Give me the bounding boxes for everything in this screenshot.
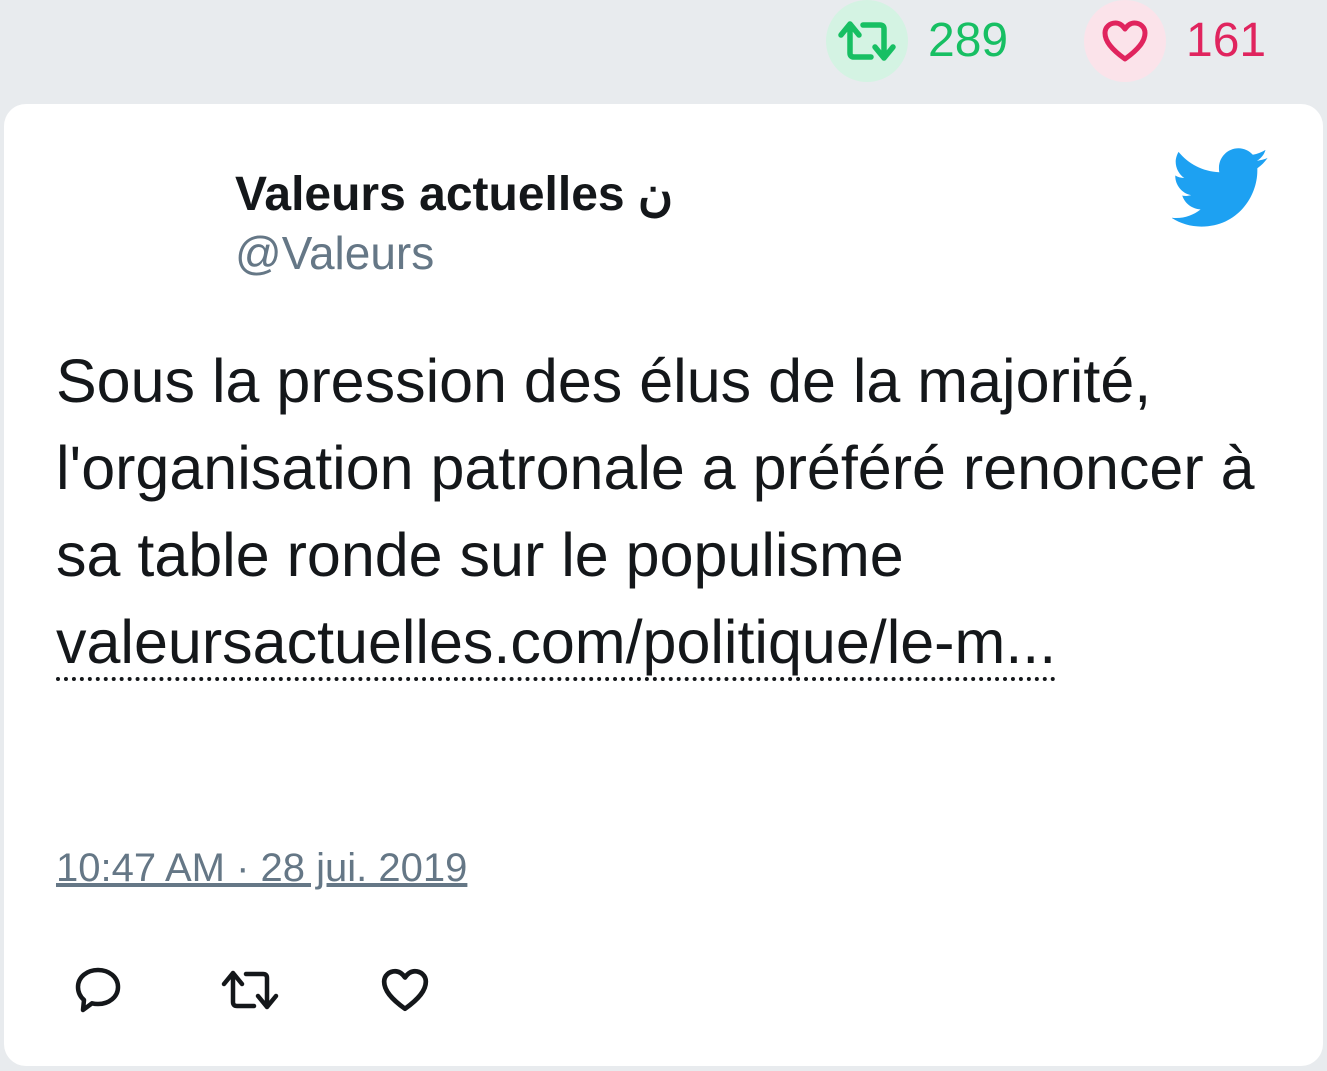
user-display-name[interactable]: Valeurs actuelles ن <box>235 166 673 222</box>
retweet-count: 289 <box>928 14 1009 67</box>
retweet-icon <box>838 21 896 61</box>
like-stat-circle[interactable] <box>1084 0 1166 82</box>
like-button[interactable] <box>369 954 441 1026</box>
tweet-actions <box>56 954 516 1026</box>
reply-button[interactable] <box>62 954 134 1026</box>
retweet-icon <box>221 970 279 1010</box>
retweet-stat[interactable]: 289 <box>826 0 1008 82</box>
like-stat[interactable]: 161 <box>1084 0 1266 82</box>
tweet-text-block: Sous la pression des élus de la majorité… <box>56 338 1286 686</box>
user-handle[interactable]: @Valeurs <box>235 226 434 280</box>
tweet-card: Valeurs actuelles ن @Valeurs Sous la pre… <box>4 104 1323 1066</box>
reply-icon <box>75 967 121 1013</box>
twitter-bird-icon[interactable] <box>1172 148 1270 228</box>
tweet-timestamp[interactable]: 10:47 AM · 28 jui. 2019 <box>56 846 467 891</box>
like-count: 161 <box>1186 14 1267 67</box>
tweet-link[interactable]: valeursactuelles.com/politique/le-m... <box>56 607 1057 681</box>
heart-icon <box>1102 20 1148 62</box>
heart-icon <box>381 968 429 1012</box>
top-stats-bar: 289 161 <box>0 0 1327 82</box>
retweet-stat-circle[interactable] <box>826 0 908 82</box>
retweet-button[interactable] <box>214 954 286 1026</box>
tweet-body: Sous la pression des élus de la majorité… <box>56 347 1255 589</box>
